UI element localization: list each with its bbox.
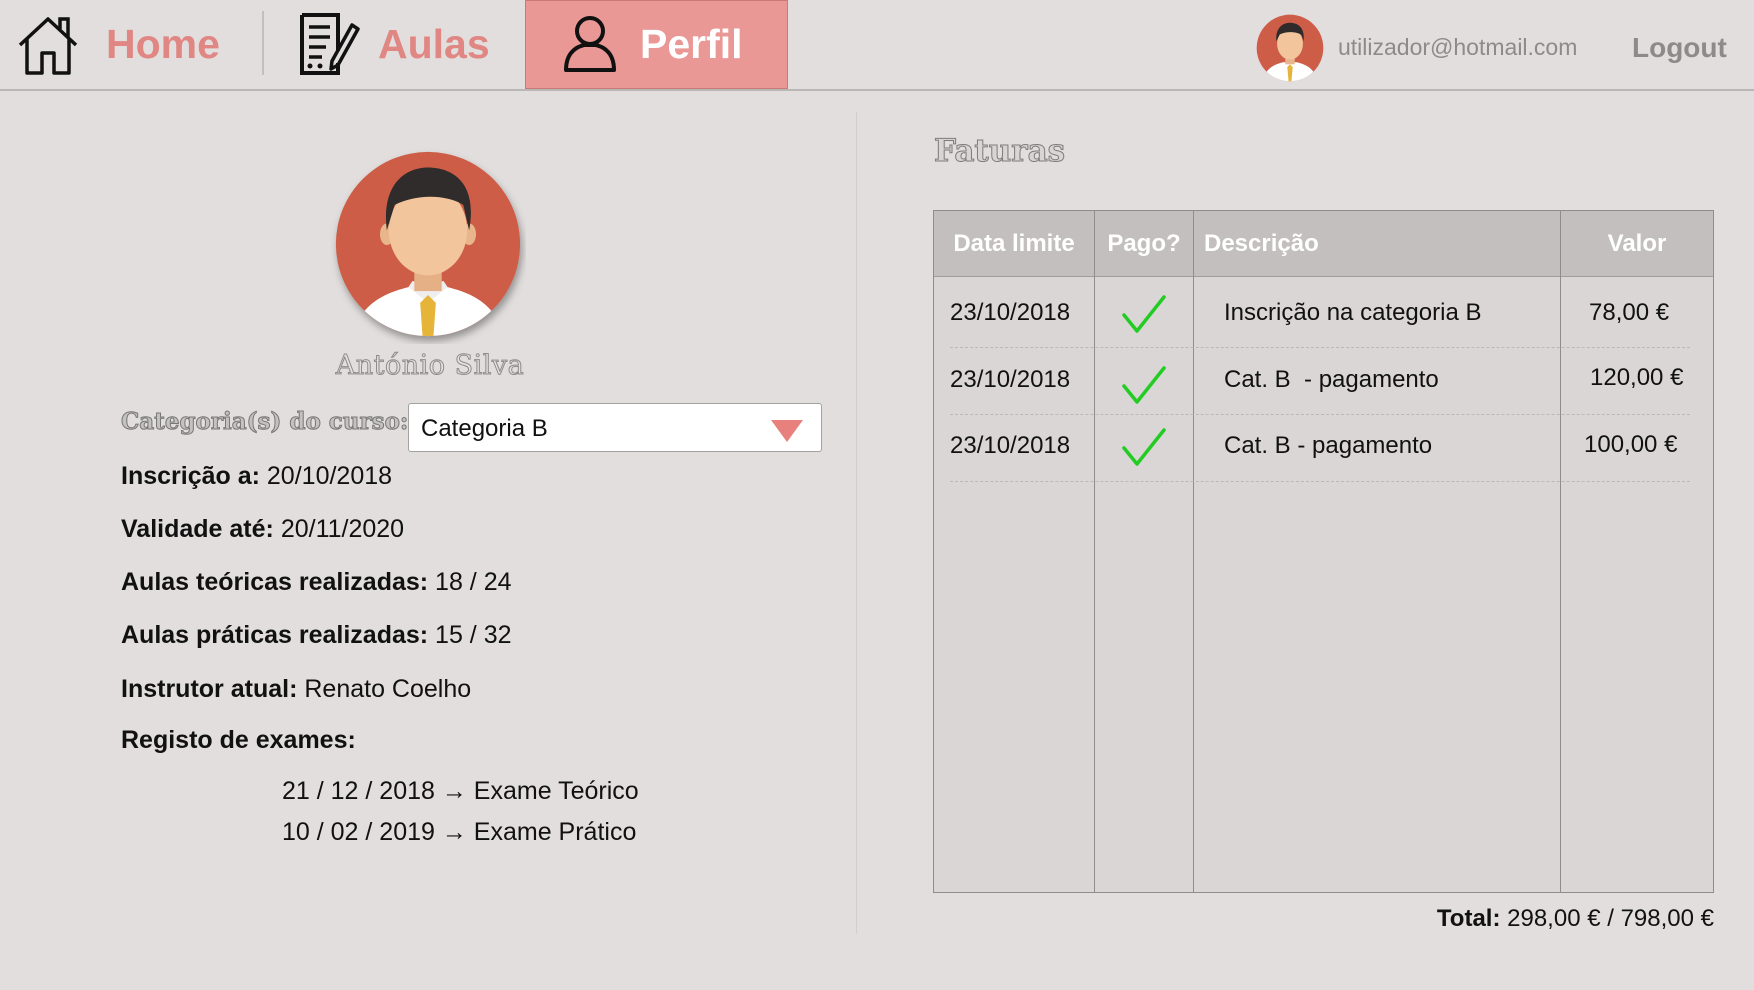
- current-instructor-label: Instrutor atual:: [121, 675, 298, 703]
- checkmark-icon: [1122, 295, 1166, 335]
- nav-home-label: Home: [106, 21, 220, 67]
- category-label: Categoria(s) do curso:: [120, 408, 409, 436]
- column-divider: [1560, 211, 1561, 892]
- top-navigation: Home Aulas Perfil utilizador@hotmail.com…: [0, 0, 1754, 91]
- row-date: 23/10/2018: [950, 432, 1071, 459]
- exam-entry: 10 / 02 / 2019 → Exame Prático: [282, 818, 637, 846]
- column-header-value: Valor: [1607, 230, 1667, 257]
- enrollment-date-label: Inscrição a:: [121, 462, 260, 490]
- home-icon: [16, 11, 80, 79]
- current-instructor-value: Renato Coelho: [304, 675, 472, 703]
- exams-heading: Registo de exames:: [121, 726, 356, 755]
- theory-lessons-value: 18 / 24: [435, 568, 512, 596]
- checkmark-icon: [1122, 428, 1166, 468]
- nav-home[interactable]: Home: [16, 0, 220, 89]
- nav-aulas-label: Aulas: [378, 21, 490, 67]
- user-avatar[interactable]: [1256, 14, 1324, 82]
- category-select[interactable]: Categoria B: [408, 403, 822, 452]
- enrollment-date: Inscrição a: 20/10/2018: [121, 462, 392, 491]
- profile-name: António Silva: [335, 350, 525, 382]
- column-header-paid: Pago?: [1107, 230, 1181, 257]
- row-divider: [950, 481, 1690, 482]
- column-header-description: Descrição: [1204, 230, 1319, 257]
- row-date: 23/10/2018: [950, 299, 1071, 326]
- invoices-title: Faturas: [933, 133, 1066, 170]
- nav-aulas[interactable]: Aulas: [296, 0, 490, 89]
- user-icon: [562, 13, 618, 77]
- column-divider: [1193, 211, 1194, 892]
- user-email: utilizador@hotmail.com: [1338, 34, 1578, 60]
- column-header-date: Data limite: [953, 230, 1075, 257]
- row-divider: [950, 347, 1690, 348]
- current-instructor: Instrutor atual: Renato Coelho: [121, 675, 471, 704]
- total-value: 298,00 € / 798,00 €: [1507, 905, 1714, 932]
- row-date: 23/10/2018: [950, 366, 1071, 393]
- theory-lessons-label: Aulas teóricas realizadas:: [121, 568, 429, 596]
- document-edit-icon: [296, 11, 360, 79]
- validity-date-label: Validade até:: [121, 515, 274, 543]
- row-divider: [950, 414, 1690, 415]
- row-value: 120,00 €: [1590, 364, 1684, 391]
- exam-entry: 21 / 12 / 2018 → Exame Teórico: [282, 777, 639, 805]
- logout-button[interactable]: Logout: [1632, 32, 1727, 64]
- enrollment-date-value: 20/10/2018: [266, 462, 393, 490]
- invoices-total: Total: 298,00 € / 798,00 €: [1437, 905, 1714, 933]
- checkmark-icon: [1122, 366, 1166, 406]
- nav-divider: [262, 11, 264, 75]
- exams-heading-label: Registo de exames:: [121, 726, 356, 754]
- column-divider: [1094, 211, 1095, 892]
- practical-lessons: Aulas práticas realizadas: 15 / 32: [121, 621, 512, 650]
- invoices-table: Data limite Pago? Descrição Valor 23/10/…: [933, 210, 1714, 893]
- row-description: Cat. B - pagamento: [1224, 366, 1439, 393]
- dropdown-arrow-icon[interactable]: [771, 420, 803, 442]
- panel-divider: [856, 112, 857, 934]
- validity-date: Validade até: 20/11/2020: [121, 515, 404, 544]
- row-value: 78,00 €: [1589, 299, 1670, 326]
- practical-lessons-value: 15 / 32: [435, 621, 512, 649]
- total-label: Total:: [1436, 905, 1501, 932]
- category-select-value: Categoria B: [421, 415, 548, 442]
- nav-perfil[interactable]: Perfil: [525, 0, 788, 89]
- nav-perfil-label: Perfil: [640, 21, 743, 67]
- table-header: Data limite Pago? Descrição Valor: [934, 211, 1713, 277]
- row-description: Inscrição na categoria B: [1224, 299, 1482, 326]
- profile-avatar: [330, 148, 526, 344]
- practical-lessons-label: Aulas práticas realizadas:: [121, 621, 429, 649]
- theory-lessons: Aulas teóricas realizadas: 18 / 24: [121, 568, 512, 597]
- row-description: Cat. B - pagamento: [1224, 432, 1433, 459]
- validity-date-value: 20/11/2020: [280, 515, 405, 543]
- row-value: 100,00 €: [1584, 431, 1678, 458]
